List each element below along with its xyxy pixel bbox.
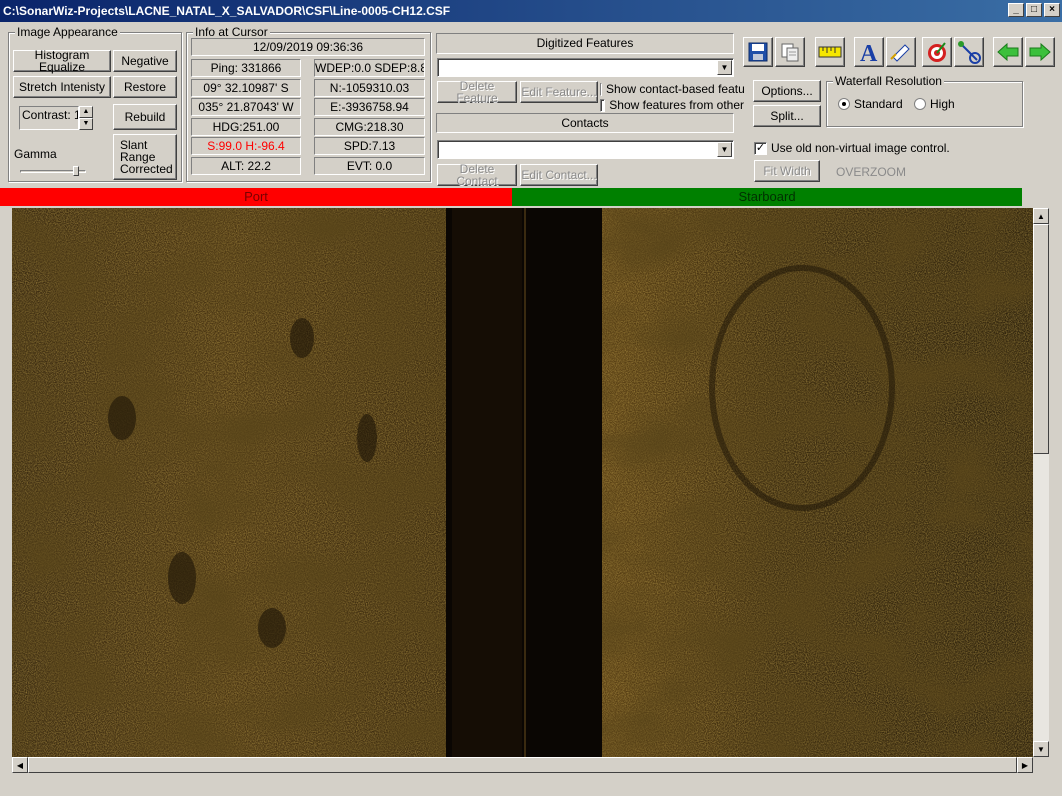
copy-tool-button[interactable] (775, 37, 805, 67)
contacts-dropdown[interactable]: ▼ (437, 140, 734, 159)
close-button[interactable]: × (1044, 3, 1060, 17)
cmg-readout: CMG:218.30 (314, 118, 425, 136)
fit-width-button[interactable]: Fit Width (754, 160, 820, 182)
ruler-tool-button[interactable] (815, 37, 845, 67)
scroll-left-button[interactable]: ◀ (12, 757, 28, 773)
contrast-spin-down[interactable]: ▼ (79, 118, 93, 130)
standard-radio[interactable]: Standard (838, 97, 903, 111)
port-channel-bar: Port (0, 188, 512, 206)
high-label: High (930, 97, 955, 111)
heading-readout: HDG:251.00 (191, 118, 301, 136)
save-icon (748, 42, 768, 62)
back-arrow-icon (997, 42, 1019, 62)
image-appearance-legend: Image Appearance (15, 25, 120, 39)
altitude-readout: ALT: 22.2 (191, 157, 301, 175)
minimize-button[interactable]: _ (1008, 3, 1024, 17)
contacts-header: Contacts (436, 113, 734, 133)
slant-horizontal-readout: S:99.0 H:-96.4 (191, 137, 301, 155)
easting-readout: E:-3936758.94 (314, 98, 425, 116)
slant-range-corrected-button[interactable]: Slant Range Corrected (113, 134, 177, 180)
digitized-features-header: Digitized Features (436, 33, 734, 54)
info-at-cursor-legend: Info at Cursor (193, 25, 270, 39)
use-old-control-checkbox[interactable]: ✓ Use old non-virtual image control. (754, 141, 950, 155)
histogram-equalize-button[interactable]: Histogram Equalize (13, 49, 111, 73)
overzoom-label: OVERZOOM (836, 165, 907, 179)
radio-selected[interactable] (838, 98, 850, 110)
scroll-right-button[interactable]: ▶ (1017, 757, 1033, 773)
delete-contact-button[interactable]: Delete Contact (437, 163, 517, 187)
rebuild-button[interactable]: Rebuild (113, 104, 177, 130)
svg-text:A: A (860, 41, 878, 64)
copy-icon (781, 43, 799, 62)
contrast-spin-up[interactable]: ▲ (79, 106, 93, 118)
checkbox-box[interactable] (600, 82, 602, 96)
waterfall-resolution-legend: Waterfall Resolution (833, 74, 944, 88)
checkbox-box[interactable] (600, 98, 606, 112)
use-old-control-label: Use old non-virtual image control. (771, 141, 950, 155)
sonar-image-svg (12, 208, 1033, 757)
split-button[interactable]: Split... (753, 105, 821, 127)
forward-tool-button[interactable] (1025, 37, 1055, 67)
delete-feature-button[interactable]: Delete Feature (437, 80, 517, 104)
target-icon (928, 42, 946, 62)
target-tool-button[interactable] (922, 37, 952, 67)
chevron-down-icon[interactable]: ▼ (717, 60, 732, 75)
contrast-field[interactable]: Contrast: 1 (19, 106, 79, 130)
gamma-slider-thumb[interactable] (73, 166, 80, 176)
digitized-features-dropdown[interactable]: ▼ (437, 58, 734, 77)
high-radio[interactable]: High (914, 97, 955, 111)
radio-unselected[interactable] (914, 98, 926, 110)
text-icon: A (860, 41, 878, 64)
depth-readout: WDEP:0.0 SDEP:8.8 (314, 59, 425, 77)
maximize-button[interactable]: □ (1026, 3, 1042, 17)
scroll-down-button[interactable]: ▼ (1033, 741, 1049, 757)
horizontal-scroll-thumb[interactable] (28, 757, 1017, 773)
sonar-waterfall-image[interactable] (12, 208, 1033, 757)
annotate-tool-button[interactable] (886, 37, 916, 67)
scrollbar-corner (1033, 757, 1049, 773)
forward-arrow-icon (1029, 42, 1051, 62)
vertical-scroll-thumb[interactable] (1033, 224, 1049, 454)
save-tool-button[interactable] (743, 37, 773, 67)
restore-button[interactable]: Restore (113, 76, 177, 98)
scroll-up-button[interactable]: ▲ (1033, 208, 1049, 224)
datetime-readout: 12/09/2019 09:36:36 (191, 38, 425, 56)
ping-readout: Ping: 331866 (191, 59, 301, 77)
checkbox-checked[interactable]: ✓ (754, 141, 767, 155)
text-tool-button[interactable]: A (854, 37, 884, 67)
measure-icon (958, 41, 981, 64)
latitude-readout: 09° 32.10987' S (191, 79, 301, 97)
horizontal-scrollbar[interactable]: ◀ ▶ (12, 757, 1033, 773)
measure-tool-button[interactable] (954, 37, 984, 67)
slant-range-label: Slant Range Corrected (120, 138, 173, 176)
speed-readout: SPD:7.13 (314, 137, 425, 155)
gamma-label: Gamma (14, 147, 57, 161)
show-contact-based-label: Show contact-based featu (606, 82, 744, 96)
starboard-channel-bar: Starboard (512, 188, 1022, 206)
annotate-icon (890, 44, 910, 62)
show-features-other-checkbox[interactable]: Show features from other (600, 98, 744, 112)
options-button[interactable]: Options... (753, 80, 821, 102)
chevron-down-icon[interactable]: ▼ (717, 142, 732, 157)
longitude-readout: 035° 21.87043' W (191, 98, 301, 116)
edit-contact-button[interactable]: Edit Contact... (520, 164, 598, 186)
vertical-scrollbar[interactable]: ▲ ▼ (1033, 208, 1049, 757)
title-bar: C:\SonarWiz-Projects\LACNE_NATAL_X_SALVA… (0, 0, 1062, 22)
show-contact-based-checkbox[interactable]: Show contact-based featu (600, 82, 744, 96)
standard-label: Standard (854, 97, 903, 111)
show-features-other-label: Show features from other (609, 98, 744, 112)
northing-readout: N:-1059310.03 (314, 79, 425, 97)
edit-feature-button[interactable]: Edit Feature... (520, 81, 598, 103)
stretch-intensity-button[interactable]: Stretch Intenisty (13, 76, 111, 98)
ruler-icon (818, 46, 842, 58)
negative-button[interactable]: Negative (113, 50, 177, 72)
window-title: C:\SonarWiz-Projects\LACNE_NATAL_X_SALVA… (3, 4, 451, 18)
back-tool-button[interactable] (993, 37, 1023, 67)
event-readout: EVT: 0.0 (314, 157, 425, 175)
